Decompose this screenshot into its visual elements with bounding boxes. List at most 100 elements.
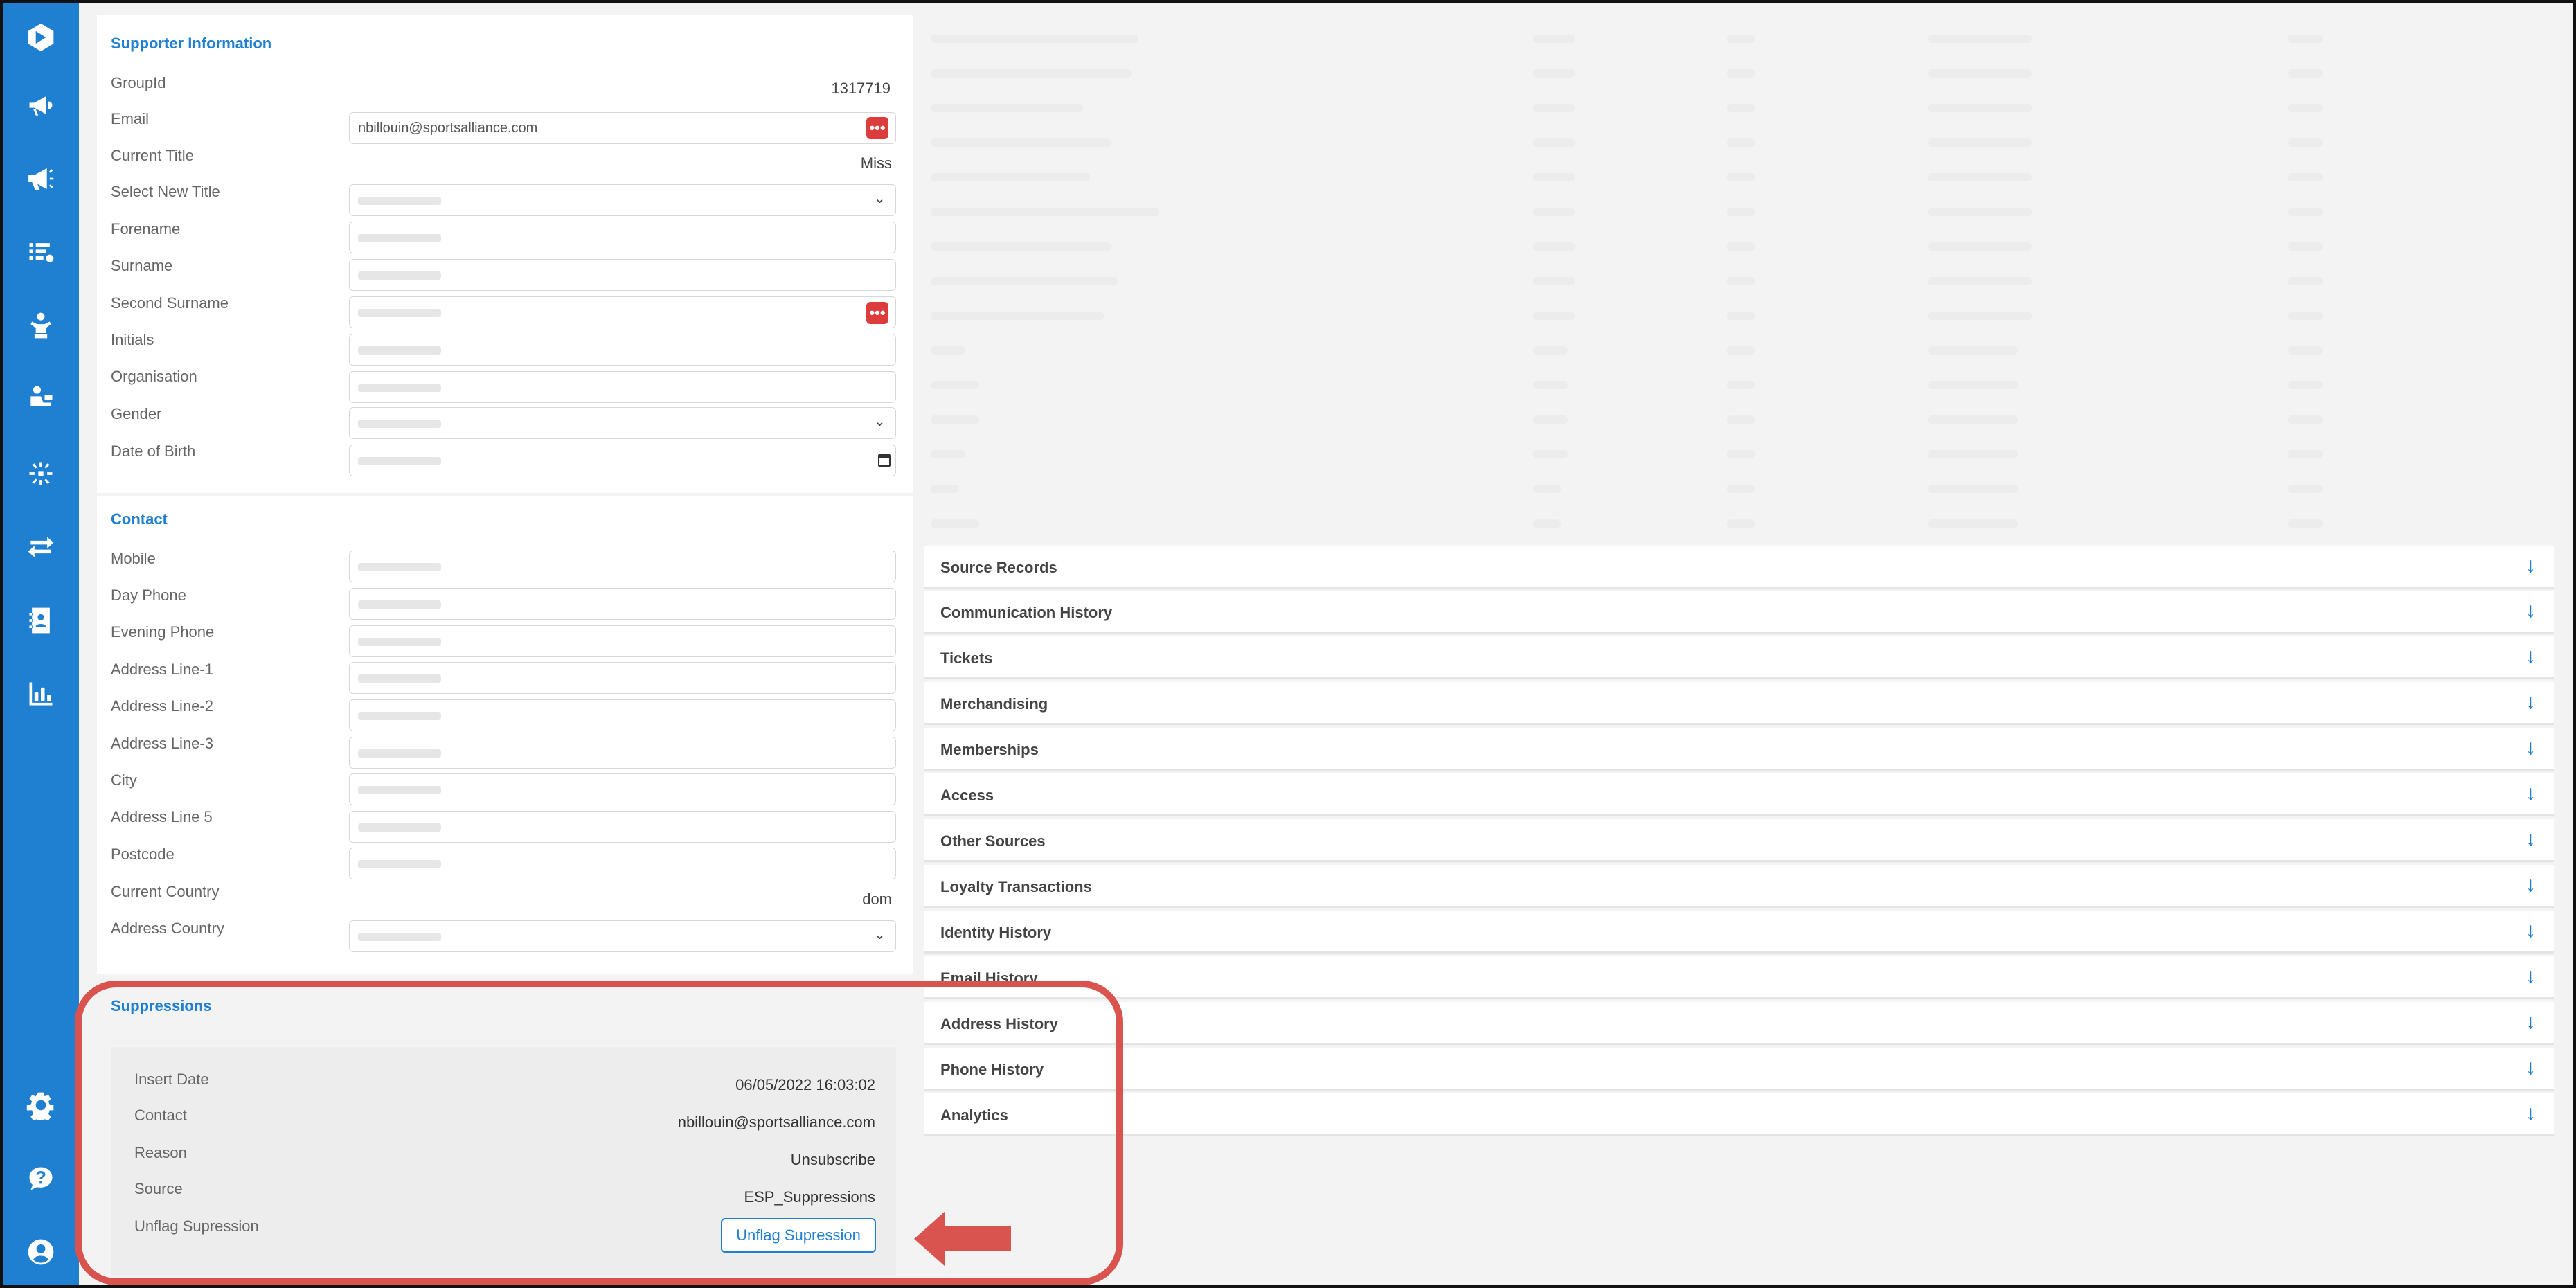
arrow-down-icon: ↓ [2525,736,2536,759]
arrow-down-icon: ↓ [2525,782,2536,805]
chart-icon[interactable] [20,673,62,715]
user-desk-icon[interactable] [20,378,62,420]
accordion-label: Loyalty Transactions [940,878,1092,895]
suppressions-title: Suppressions [111,997,212,1014]
table-row [924,436,2554,471]
email-input[interactable] [349,112,896,144]
address-line-5-label: Address Line 5 [111,808,213,825]
address-line-1-label: Address Line-1 [111,661,213,678]
mobile-input[interactable] [349,551,896,582]
day-phone-label: Day Phone [111,587,186,604]
accordion-loyalty-transactions[interactable]: Loyalty Transactions ↓ [924,865,2554,908]
group-id-value: 1317719 [831,80,891,97]
calendar-icon[interactable] [878,454,891,467]
table-row [924,55,2554,90]
gender-select[interactable] [349,407,896,439]
contact-value: nbillouin@sportsalliance.com [677,1113,875,1131]
accordion-label: Email History [940,969,1038,987]
accordion-phone-history[interactable]: Phone History ↓ [924,1048,2554,1091]
chevron-down-icon: ⌄ [874,414,886,429]
reason-label: Reason [134,1144,187,1161]
evening-phone-input[interactable] [349,625,896,657]
sidebar [3,3,79,1285]
table-row [924,367,2554,402]
accordion-other-sources[interactable]: Other Sources ↓ [924,819,2554,862]
megaphone-icon[interactable] [20,84,62,126]
address-line-2-input[interactable] [349,699,896,731]
accordion-merchandising[interactable]: Merchandising ↓ [924,682,2554,725]
gear-icon[interactable] [20,1084,62,1126]
unflag-supression-button[interactable]: Unflag Supression [721,1218,876,1253]
arrow-down-icon: ↓ [2525,645,2536,668]
unflag-supression-label: Unflag Supression [134,1217,259,1235]
organisation-input[interactable] [349,371,896,403]
user-account-icon[interactable] [20,1231,62,1273]
email-more-button[interactable]: ••• [866,117,888,139]
date-of-birth-input[interactable] [349,445,896,476]
forename-label: Forename [111,220,181,238]
transfer-icon[interactable] [20,526,62,568]
current-title-label: Current Title [111,147,194,164]
table-row [924,506,2554,540]
table-row [924,194,2554,229]
accordion-label: Memberships [940,741,1039,758]
list-settings-icon[interactable] [20,231,62,273]
chevron-down-icon: ⌄ [874,191,886,206]
insert-date-value: 06/05/2022 16:03:02 [735,1076,875,1093]
table-row [924,90,2554,125]
arrow-down-icon: ↓ [2525,690,2536,713]
current-country-value: dom [862,891,892,908]
table-row [924,298,2554,332]
table-row [924,125,2554,159]
logo-icon[interactable] [20,17,62,58]
city-input[interactable] [349,773,896,805]
forename-input[interactable] [349,222,896,253]
accordion-email-history[interactable]: Email History ↓ [924,956,2554,999]
accordion-label: Identity History [940,924,1052,941]
mobile-label: Mobile [111,550,156,567]
supporter-information-title: Supporter Information [111,35,272,52]
accordion-label: Source Records [940,559,1057,576]
address-line-5-input[interactable] [349,811,896,843]
chevron-down-icon: ⌄ [874,927,886,942]
address-country-label: Address Country [111,920,224,937]
accordion-address-history[interactable]: Address History ↓ [924,1002,2554,1045]
network-icon[interactable] [20,453,62,494]
initials-label: Initials [111,331,154,348]
accordion-analytics[interactable]: Analytics ↓ [924,1093,2554,1136]
second-surname-more-button[interactable]: ••• [866,302,888,324]
campaign-icon[interactable] [20,158,62,199]
date-of-birth-label: Date of Birth [111,442,196,460]
supporter-icon[interactable] [20,305,62,346]
initials-input[interactable] [349,334,896,366]
arrow-down-icon: ↓ [2525,1010,2536,1033]
contact-book-icon[interactable] [20,600,62,641]
address-line-3-label: Address Line-3 [111,735,213,752]
accordion-source-records[interactable]: Source Records ↓ [924,546,2554,589]
source-label: Source [134,1180,183,1197]
accordion-communication-history[interactable]: Communication History ↓ [924,591,2554,634]
address-line-3-input[interactable] [349,737,896,769]
day-phone-input[interactable] [349,588,896,620]
second-surname-input[interactable] [349,296,896,328]
address-line-1-input[interactable] [349,662,896,694]
arrow-down-icon: ↓ [2525,828,2536,850]
select-new-title-select[interactable] [349,184,896,216]
accordion-tickets[interactable]: Tickets ↓ [924,636,2554,679]
reason-value: Unsubscribe [790,1151,875,1168]
organisation-label: Organisation [111,368,197,385]
surname-input[interactable] [349,259,896,291]
address-country-select[interactable] [349,920,896,952]
accordion-label: Analytics [940,1107,1008,1124]
accordion-access[interactable]: Access ↓ [924,773,2554,816]
accordion-identity-history[interactable]: Identity History ↓ [924,911,2554,954]
accordion-label: Communication History [940,604,1113,621]
table-row [924,21,2554,55]
postcode-input[interactable] [349,848,896,879]
insert-date-label: Insert Date [134,1071,209,1088]
help-chat-icon[interactable] [20,1158,62,1199]
accordion-memberships[interactable]: Memberships ↓ [924,728,2554,771]
current-title-value: Miss [860,154,892,172]
arrow-down-icon: ↓ [2525,599,2536,622]
table-row [924,332,2554,367]
